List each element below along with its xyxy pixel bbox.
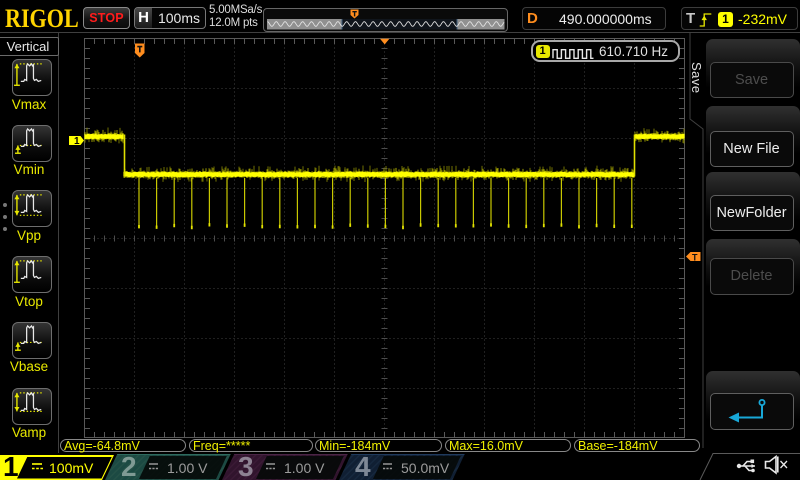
svg-text:1: 1 bbox=[74, 136, 80, 147]
svg-text:T: T bbox=[692, 253, 698, 263]
